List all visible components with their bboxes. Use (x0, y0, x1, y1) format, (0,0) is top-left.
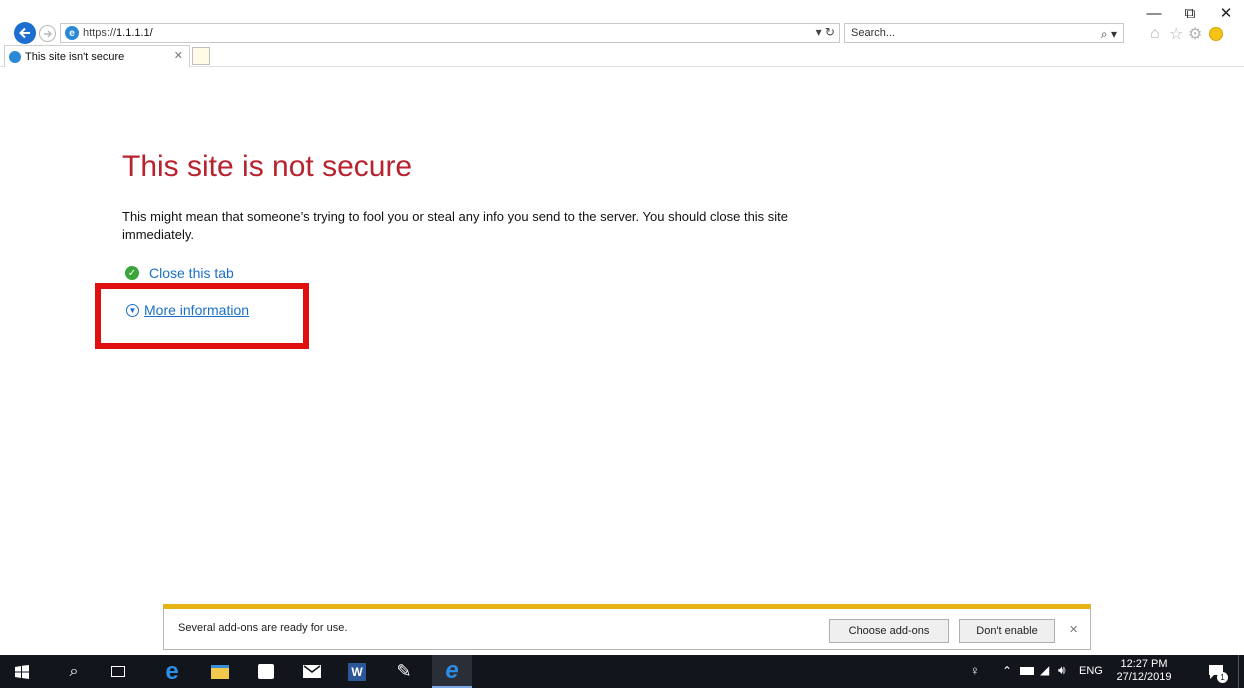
file-explorer-icon[interactable] (206, 655, 234, 688)
minimize-icon[interactable]: — (1136, 2, 1172, 24)
clock-time: 12:27 PM (1120, 658, 1168, 670)
ie-favicon (9, 50, 21, 63)
page-heading: This site is not secure (122, 150, 413, 183)
language-indicator[interactable]: ENG (1079, 665, 1103, 677)
people-icon[interactable]: ♀ (970, 663, 980, 678)
battery-icon[interactable] (1020, 667, 1034, 675)
windows-start-icon[interactable] (12, 655, 32, 688)
wifi-icon[interactable]: ◢ (1040, 663, 1049, 677)
task-view-icon[interactable] (104, 655, 132, 688)
tab-title: This site isn't secure (25, 50, 125, 63)
notification-count-badge: 1 (1217, 672, 1228, 683)
refresh-icon[interactable]: ▾ ↻ (816, 25, 835, 39)
addons-notification-bar: Several add-ons are ready for use. Choos… (163, 604, 1091, 650)
cortana-search-icon[interactable]: ⌕ (60, 655, 88, 688)
restore-icon[interactable]: ⧉ (1172, 2, 1208, 24)
clock-date: 27/12/2019 (1116, 671, 1172, 683)
tab-current[interactable]: This site isn't secure ✕ (4, 45, 190, 67)
notification-message: Several add-ons are ready for use. (178, 622, 348, 634)
back-icon[interactable] (14, 22, 36, 44)
chevron-up-icon[interactable]: ⌃ (1002, 664, 1012, 678)
close-tab-row: ✓ Close this tab (125, 265, 234, 281)
ie-favicon: e (65, 26, 79, 40)
show-desktop-button[interactable] (1238, 655, 1244, 688)
edge-icon[interactable]: e (158, 655, 186, 688)
paint-icon[interactable]: ✎ (390, 655, 418, 688)
url-host: 1.1.1.1/ (116, 27, 153, 39)
address-url: https://1.1.1.1/ (83, 27, 153, 39)
search-placeholder: Search... (851, 27, 896, 39)
url-scheme: https:// (83, 27, 117, 39)
warning-paragraph: This might mean that someone’s trying to… (122, 209, 789, 242)
close-icon[interactable]: ✕ (1208, 2, 1244, 24)
ie-icon[interactable]: e (432, 655, 472, 688)
shield-check-icon: ✓ (125, 266, 139, 280)
mail-icon[interactable] (298, 655, 326, 688)
highlight-box (95, 283, 309, 349)
notification-close-icon[interactable]: ✕ (1069, 623, 1078, 636)
choose-addons-button[interactable]: Choose add-ons (829, 619, 949, 643)
search-input[interactable]: Search... ⌕ ▾ (844, 23, 1124, 43)
clock[interactable]: 12:27 PM 27/12/2019 (1112, 658, 1176, 684)
forward-icon[interactable] (39, 25, 56, 42)
smiley-feedback-icon[interactable] (1209, 27, 1223, 41)
volume-icon[interactable]: 🔊︎ (1058, 663, 1066, 678)
search-icon[interactable]: ⌕ ▾ (1101, 25, 1117, 43)
settings-gear-icon[interactable]: ⚙ (1188, 24, 1202, 44)
word-icon[interactable]: W (343, 655, 371, 688)
dont-enable-button[interactable]: Don't enable (959, 619, 1055, 643)
store-icon[interactable] (252, 655, 280, 688)
tab-close-icon[interactable]: ✕ (174, 49, 183, 62)
favorites-star-icon[interactable]: ☆ (1169, 24, 1183, 44)
home-icon[interactable]: ⌂ (1150, 25, 1160, 43)
close-tab-link[interactable]: Close this tab (149, 265, 234, 281)
taskbar: ⌕ e W ✎ e ♀ ⌃ ◢ 🔊︎ ENG 12:27 PM 27/12/20… (0, 655, 1244, 688)
action-center-icon[interactable]: 1 (1206, 662, 1228, 683)
new-tab-button[interactable] (192, 47, 210, 65)
address-bar[interactable]: e https://1.1.1.1/ ▾ ↻ (60, 23, 840, 43)
